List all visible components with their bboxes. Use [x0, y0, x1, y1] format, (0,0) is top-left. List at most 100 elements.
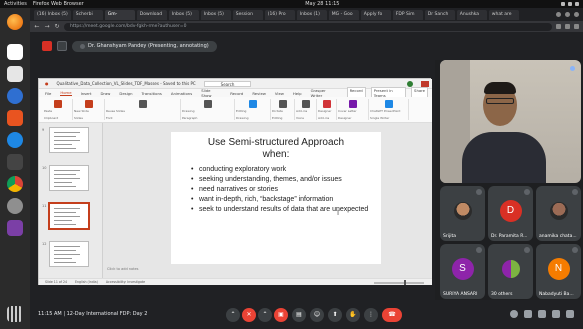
emoji-icon[interactable]: ☺: [310, 308, 324, 322]
ppt-menu-item[interactable]: Review: [252, 91, 266, 96]
app-icon-blue[interactable]: [7, 132, 23, 148]
ppt-menu-item[interactable]: Home: [60, 90, 72, 96]
raise-hand-icon[interactable]: ✋: [346, 308, 360, 322]
ribbon-command-icon[interactable]: [85, 100, 93, 108]
firefox-icon[interactable]: [7, 14, 23, 30]
ribbon-command-icon[interactable]: [385, 100, 393, 108]
slide-thumbnail[interactable]: [48, 202, 90, 230]
ribbon-command-icon[interactable]: [302, 100, 310, 108]
thumbnail-text-line: [54, 212, 76, 213]
chrome-icon[interactable]: [7, 176, 23, 192]
slide-thumbnail[interactable]: [49, 127, 89, 153]
slide-thumbnail[interactable]: [49, 165, 89, 191]
extensions-icon[interactable]: [565, 24, 570, 29]
ribbon-command-icon[interactable]: [204, 100, 212, 108]
browser-tab[interactable]: Scherbi: [72, 9, 103, 20]
ppt-menu-item[interactable]: Design: [119, 91, 132, 96]
browser-tab[interactable]: (16) Inbox (5): [34, 9, 71, 20]
video-options-icon[interactable]: ⌃: [258, 308, 272, 322]
browser-tab[interactable]: Inbox (5): [200, 9, 231, 20]
ppt-menu-item[interactable]: View: [275, 91, 284, 96]
activities-icon[interactable]: [552, 310, 560, 318]
ribbon-command-icon[interactable]: [54, 100, 62, 108]
ppt-search[interactable]: Search: [203, 80, 252, 87]
browser-tab[interactable]: FDP Sim: [392, 9, 423, 20]
present-icon[interactable]: ⬆: [328, 308, 342, 322]
status-language[interactable]: English (India): [75, 279, 98, 285]
thumbnail-text-line: [54, 250, 76, 251]
clock[interactable]: May 28 11:15: [305, 1, 339, 7]
ribbon-command-icon[interactable]: [349, 100, 357, 108]
reload-icon[interactable]: ↻: [54, 23, 60, 30]
ppt-menu-item[interactable]: Help: [293, 91, 302, 96]
slide-thumbnail[interactable]: [49, 241, 89, 267]
help-icon[interactable]: [7, 88, 23, 104]
ribbon-command-icon[interactable]: [249, 100, 257, 108]
speaker-video-tile[interactable]: [440, 60, 581, 183]
ppt-menu-item[interactable]: Insert: [81, 91, 92, 96]
autosave-label[interactable]: ●: [45, 79, 49, 89]
files-icon[interactable]: [7, 66, 23, 82]
browser-tab[interactable]: Session: [232, 9, 263, 20]
ppt-menu-item[interactable]: Transitions: [142, 91, 162, 96]
participant-tile[interactable]: D Dr. Paramita R...: [488, 186, 533, 241]
info-icon[interactable]: [510, 310, 518, 318]
camera-off-icon[interactable]: ▣: [274, 308, 288, 322]
browser-tab[interactable]: Dr Sanch: [424, 9, 455, 20]
browser-tab[interactable]: Inbox (1): [296, 9, 327, 20]
participant-tile[interactable]: N Nabadyuti Ba...: [536, 244, 581, 299]
bookmark-icon[interactable]: [556, 24, 561, 29]
ppt-menu-item[interactable]: Animations: [171, 91, 192, 96]
browser-tab[interactable]: Anushka: [456, 9, 487, 20]
participant-tile[interactable]: Srijita: [440, 186, 485, 241]
more-options-icon[interactable]: ⋮: [364, 308, 378, 322]
software-icon[interactable]: [7, 110, 23, 126]
zoom-slider[interactable]: [374, 280, 424, 285]
show-apps-icon[interactable]: [7, 306, 23, 322]
browser-tab[interactable]: Inbox (5): [168, 9, 199, 20]
system-tray[interactable]: [561, 2, 579, 6]
ribbon-command-icon[interactable]: [139, 100, 147, 108]
menu-icon[interactable]: [574, 24, 579, 29]
account-avatar[interactable]: [407, 80, 413, 87]
notes-pane[interactable]: Click to add notes: [103, 267, 432, 273]
status-accessibility[interactable]: Accessibility: Investigate: [106, 279, 145, 285]
browser-tab[interactable]: what are: [488, 9, 519, 20]
ppt-menu-item[interactable]: File: [45, 91, 51, 96]
mic-off-icon[interactable]: ✕: [242, 308, 256, 322]
forward-icon[interactable]: →: [44, 23, 50, 30]
activities-button[interactable]: Activities: [4, 1, 27, 7]
browser-tab[interactable]: Gm-: [104, 9, 135, 20]
participant-tile[interactable]: anamika chata...: [536, 186, 581, 241]
ribbon-command-icon[interactable]: [279, 100, 287, 108]
browser-tab[interactable]: Apply fo: [360, 9, 391, 20]
browser-tab[interactable]: Download: [136, 9, 167, 20]
captions-icon[interactable]: [57, 41, 67, 51]
maximize-icon[interactable]: [565, 12, 570, 17]
minimize-icon[interactable]: [556, 12, 561, 17]
captions-button-icon[interactable]: ▤: [292, 308, 306, 322]
current-slide[interactable]: Use Semi-structured Approach when: condu…: [171, 132, 381, 264]
people-icon[interactable]: [524, 310, 532, 318]
browser-app-label[interactable]: Firefox Web Browser: [33, 1, 84, 7]
presenting-banner[interactable]: Dr. Ghanshyam Pandey (Presenting, annota…: [72, 40, 217, 52]
ribbon-command-icon[interactable]: [323, 100, 331, 108]
leave-call-button[interactable]: ☎: [382, 308, 402, 322]
more-audio-options-icon[interactable]: ⌃: [226, 308, 240, 322]
chat-icon[interactable]: [538, 310, 546, 318]
host-controls-icon[interactable]: [566, 310, 574, 318]
thunderbird-icon[interactable]: [7, 44, 23, 60]
ppt-close-icon[interactable]: [421, 80, 429, 87]
ppt-menu-item[interactable]: Draw: [100, 91, 110, 96]
participant-tile[interactable]: 30 others: [488, 244, 533, 299]
participant-tile[interactable]: S SURIYA ANSARI: [440, 244, 485, 299]
browser-tab[interactable]: (16) Pro: [264, 9, 295, 20]
app-icon-dark[interactable]: [7, 154, 23, 170]
close-icon[interactable]: [574, 12, 579, 17]
back-icon[interactable]: ←: [34, 23, 40, 30]
ppt-menu-item[interactable]: Record: [230, 91, 243, 96]
app-icon-purple[interactable]: [7, 220, 23, 236]
settings-icon[interactable]: [7, 198, 23, 214]
address-bar[interactable]: https://meet.google.com/bdv-fgkh-rme?aut…: [64, 22, 552, 31]
browser-tab[interactable]: MG - Goo: [328, 9, 359, 20]
